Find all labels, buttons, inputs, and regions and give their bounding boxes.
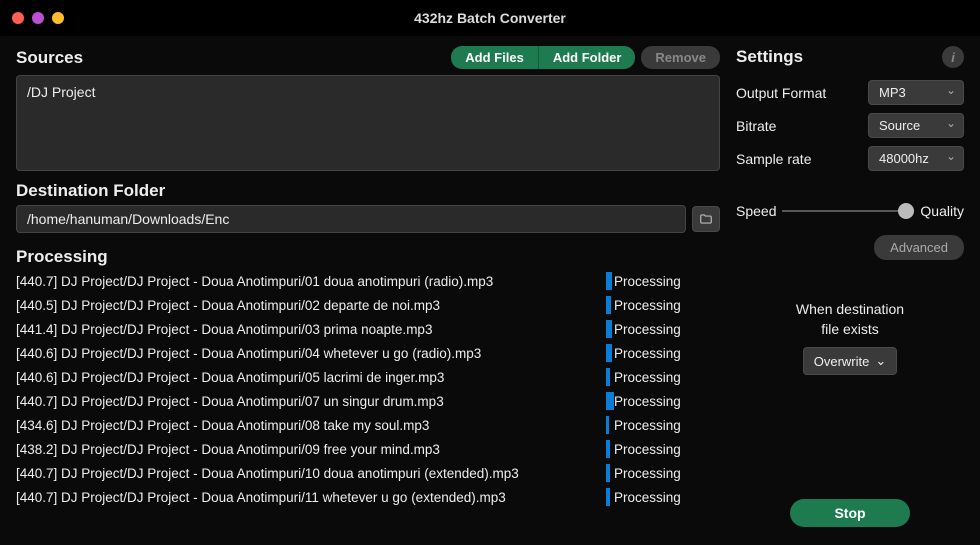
destination-row: /home/hanuman/Downloads/Enc [16,205,720,233]
speed-quality-slider[interactable] [782,210,914,212]
progress-bar [606,344,612,362]
sample-rate-row: Sample rate 48000hz [736,146,964,171]
right-pane: Settings i Output Format MP3 Bitrate Sou… [736,46,964,533]
processing-status: Processing [614,322,681,337]
progress-bar [606,440,610,458]
processing-filename: [440.5] DJ Project/DJ Project - Doua Ano… [16,298,440,313]
destination-exists-section: When destination file exists Overwrite ⌄ [736,300,964,375]
progress-bar [606,320,612,338]
bitrate-select[interactable]: Source [868,113,964,138]
processing-row: [440.7] DJ Project/DJ Project - Doua Ano… [16,389,720,413]
processing-status: Processing [614,418,681,433]
overwrite-select[interactable]: Overwrite ⌄ [803,347,898,375]
stop-button[interactable]: Stop [790,499,910,527]
progress-bar [606,368,610,386]
processing-progress-area: Processing [606,343,720,363]
processing-filename: [440.7] DJ Project/DJ Project - Doua Ano… [16,490,506,505]
bitrate-label: Bitrate [736,118,776,134]
bitrate-row: Bitrate Source [736,113,964,138]
processing-status: Processing [614,466,681,481]
quality-label: Quality [920,203,964,219]
progress-bar [606,272,612,290]
window-title: 432hz Batch Converter [414,10,566,26]
progress-bar [606,416,609,434]
remove-button: Remove [641,46,720,69]
processing-progress-area: Processing [606,439,720,459]
folder-icon [699,212,713,226]
advanced-button[interactable]: Advanced [874,235,964,260]
destination-title: Destination Folder [16,181,720,201]
processing-row: [440.6] DJ Project/DJ Project - Doua Ano… [16,341,720,365]
speed-label: Speed [736,203,776,219]
maximize-window-button[interactable] [52,12,64,24]
progress-bar [606,296,611,314]
processing-filename: [438.2] DJ Project/DJ Project - Doua Ano… [16,442,440,457]
processing-progress-area: Processing [606,391,720,411]
processing-filename: [440.7] DJ Project/DJ Project - Doua Ano… [16,394,444,409]
sources-list[interactable]: /DJ Project [16,75,720,171]
output-format-label: Output Format [736,85,826,101]
processing-status: Processing [614,490,681,505]
progress-bar [606,488,610,506]
processing-status: Processing [614,298,681,313]
output-format-select[interactable]: MP3 [868,80,964,105]
minimize-window-button[interactable] [32,12,44,24]
window-controls [12,12,64,24]
sample-rate-select[interactable]: 48000hz [868,146,964,171]
processing-row: [438.2] DJ Project/DJ Project - Doua Ano… [16,437,720,461]
processing-progress-area: Processing [606,487,720,507]
add-folder-button[interactable]: Add Folder [539,46,636,69]
output-format-row: Output Format MP3 [736,80,964,105]
processing-filename: [440.7] DJ Project/DJ Project - Doua Ano… [16,274,493,289]
sources-buttons: Add Files Add Folder Remove [451,46,720,69]
settings-title: Settings [736,47,803,67]
processing-row: [440.6] DJ Project/DJ Project - Doua Ano… [16,365,720,389]
info-button[interactable]: i [942,46,964,68]
processing-progress-area: Processing [606,367,720,387]
close-window-button[interactable] [12,12,24,24]
sample-rate-label: Sample rate [736,151,811,167]
processing-filename: [440.6] DJ Project/DJ Project - Doua Ano… [16,370,444,385]
processing-title: Processing [16,247,720,267]
processing-progress-area: Processing [606,271,720,291]
slider-thumb[interactable] [898,203,914,219]
sources-title: Sources [16,48,83,68]
processing-progress-area: Processing [606,463,720,483]
app-window: 432hz Batch Converter Sources Add Files … [0,0,980,545]
processing-row: [441.4] DJ Project/DJ Project - Doua Ano… [16,317,720,341]
speed-quality-slider-row: Speed Quality [736,203,964,219]
overwrite-value: Overwrite [814,354,870,369]
processing-progress-area: Processing [606,295,720,315]
processing-status: Processing [614,442,681,457]
processing-filename: [440.7] DJ Project/DJ Project - Doua Ano… [16,466,519,481]
titlebar: 432hz Batch Converter [0,0,980,36]
chevron-down-icon: ⌄ [875,353,886,369]
processing-list: [440.7] DJ Project/DJ Project - Doua Ano… [16,269,720,509]
processing-filename: [441.4] DJ Project/DJ Project - Doua Ano… [16,322,432,337]
browse-folder-button[interactable] [692,206,720,232]
sources-header: Sources Add Files Add Folder Remove [16,46,720,69]
processing-row: [440.5] DJ Project/DJ Project - Doua Ano… [16,293,720,317]
processing-row: [440.7] DJ Project/DJ Project - Doua Ano… [16,461,720,485]
processing-status: Processing [614,274,681,289]
add-files-button[interactable]: Add Files [451,46,539,69]
processing-progress-area: Processing [606,415,720,435]
progress-bar [606,392,614,410]
settings-header: Settings i [736,46,964,68]
destination-input[interactable]: /home/hanuman/Downloads/Enc [16,205,686,233]
processing-progress-area: Processing [606,319,720,339]
processing-status: Processing [614,370,681,385]
processing-row: [440.7] DJ Project/DJ Project - Doua Ano… [16,485,720,509]
source-item[interactable]: /DJ Project [27,84,709,100]
left-pane: Sources Add Files Add Folder Remove /DJ … [16,46,720,533]
processing-filename: [440.6] DJ Project/DJ Project - Doua Ano… [16,346,481,361]
processing-filename: [434.6] DJ Project/DJ Project - Doua Ano… [16,418,429,433]
processing-status: Processing [614,394,681,409]
progress-bar [606,464,610,482]
processing-row: [434.6] DJ Project/DJ Project - Doua Ano… [16,413,720,437]
destination-exists-label: When destination file exists [736,300,964,339]
content-area: Sources Add Files Add Folder Remove /DJ … [0,36,980,545]
processing-row: [440.7] DJ Project/DJ Project - Doua Ano… [16,269,720,293]
processing-status: Processing [614,346,681,361]
